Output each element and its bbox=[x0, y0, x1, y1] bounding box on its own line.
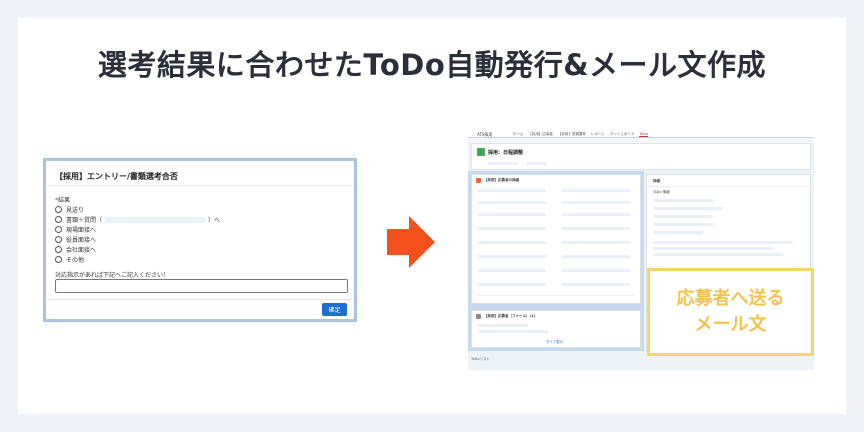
crm-topbar: ATS採用 ホーム 【採用】応募者 【採用】書類選考 レポート ダッシュボード … bbox=[468, 131, 814, 138]
radio-icon[interactable] bbox=[55, 246, 62, 253]
divider bbox=[647, 186, 812, 187]
blurred-field bbox=[653, 207, 723, 210]
blurred-field bbox=[562, 201, 630, 204]
divider bbox=[46, 299, 354, 300]
option-radio[interactable]: 見送り bbox=[55, 205, 84, 214]
blurred-field bbox=[562, 227, 630, 230]
option-label: 書類＋質問（ bbox=[66, 217, 103, 224]
record-title: 採用：日程調整 bbox=[488, 150, 524, 156]
blurred-field bbox=[478, 255, 546, 258]
option-radio[interactable]: 会社面接へ bbox=[55, 245, 96, 254]
blurred-field bbox=[562, 213, 630, 216]
divider bbox=[478, 295, 634, 296]
card-title: 【採用】応募者（ファイル）(1) bbox=[484, 314, 536, 318]
blurred-field bbox=[653, 247, 773, 250]
option-radio[interactable]: その他 bbox=[55, 255, 84, 264]
crm-tab[interactable]: 【採用】応募者 bbox=[528, 132, 553, 137]
crm-tab-active[interactable]: ToDo bbox=[639, 132, 648, 137]
crm-tab[interactable]: 【採用】書類選考 bbox=[558, 132, 586, 137]
blurred-field bbox=[562, 241, 630, 244]
highlight-line-1: 応募者へ送る bbox=[676, 287, 785, 309]
option-label: その他 bbox=[66, 257, 85, 264]
blurred-field bbox=[653, 231, 703, 234]
option-label: 見送り bbox=[66, 207, 85, 214]
task-icon bbox=[477, 148, 485, 156]
option-radio[interactable]: 現場面接へ bbox=[55, 225, 96, 234]
blurred-field bbox=[653, 199, 713, 202]
card-title: 詳細 bbox=[653, 179, 660, 183]
blurred-field bbox=[562, 269, 630, 272]
blurred-field bbox=[478, 269, 546, 272]
file-icon bbox=[476, 314, 481, 319]
blurred-field bbox=[478, 241, 546, 244]
blurred-field bbox=[488, 162, 518, 165]
crm-tab[interactable]: ダッシュボード bbox=[610, 132, 635, 137]
section-title: ToDo 情報 bbox=[653, 190, 670, 194]
option-radio[interactable]: 役員面接へ bbox=[55, 235, 96, 244]
radio-icon[interactable] bbox=[55, 256, 62, 263]
option-suffix: ）へ bbox=[208, 217, 221, 224]
blurred-field bbox=[653, 223, 713, 226]
card-title: 【採用】応募者の詳細 bbox=[484, 178, 519, 182]
todo-list-footer: ToDoリスト bbox=[471, 357, 491, 361]
applicant-files-card: 【採用】応募者（ファイル）(1) すべて表示 bbox=[471, 310, 641, 348]
blurred-field bbox=[527, 162, 547, 165]
divider bbox=[46, 185, 354, 186]
blurred-field bbox=[478, 201, 546, 204]
radio-icon[interactable] bbox=[55, 216, 62, 223]
question-text: 結果 bbox=[58, 197, 71, 204]
record-header: 採用：日程調整 bbox=[471, 143, 811, 170]
crm-tab[interactable]: ホーム bbox=[513, 132, 523, 137]
option-label: 役員面接へ bbox=[66, 237, 97, 244]
email-text-highlight: 応募者へ送る メール文 bbox=[647, 268, 814, 356]
view-all-link[interactable]: すべて表示 bbox=[546, 340, 563, 345]
result-form: 【採用】エントリー/書類選考合否 *結果 見送り 書類＋質問（ ）へ 現場面接へ… bbox=[43, 158, 357, 322]
crm-tab[interactable]: レポート bbox=[591, 132, 605, 137]
option-label: 会社面接へ bbox=[66, 247, 97, 254]
option-inline-input[interactable] bbox=[105, 216, 206, 223]
blurred-field bbox=[653, 253, 783, 256]
blurred-field bbox=[478, 189, 546, 192]
blurred-field bbox=[562, 189, 630, 192]
applicant-detail-card: 【採用】応募者の詳細 bbox=[471, 174, 641, 304]
confirm-button[interactable]: 確定 bbox=[322, 303, 347, 316]
question-label: *結果 bbox=[55, 195, 70, 204]
blurred-field bbox=[562, 255, 630, 258]
radio-icon[interactable] bbox=[55, 236, 62, 243]
blurred-field bbox=[478, 330, 548, 333]
radio-icon[interactable] bbox=[55, 206, 62, 213]
blurred-field bbox=[478, 324, 528, 327]
applicant-icon bbox=[476, 178, 481, 183]
option-label: 現場面接へ bbox=[66, 227, 97, 234]
blurred-field bbox=[653, 215, 713, 218]
form-title: 【採用】エントリー/書類選考合否 bbox=[55, 172, 178, 181]
card-header: 【採用】応募者（ファイル）(1) bbox=[476, 314, 535, 319]
blurred-field bbox=[653, 241, 793, 244]
instruction-textarea[interactable] bbox=[55, 279, 348, 293]
card-header: 【採用】応募者の詳細 bbox=[476, 178, 519, 183]
page-title: 選考結果に合わせたToDo自動発行&メール文作成 bbox=[97, 48, 767, 82]
instruction-hint: 対応指示があれば下記へご記入ください！ bbox=[55, 272, 170, 279]
right-arrow-icon bbox=[387, 216, 435, 268]
blurred-field bbox=[478, 283, 546, 286]
option-radio[interactable]: 書類＋質問（ ）へ bbox=[55, 215, 220, 224]
blurred-field bbox=[478, 227, 546, 230]
blurred-field bbox=[478, 213, 546, 216]
highlight-line-2: メール文 bbox=[694, 314, 767, 335]
radio-icon[interactable] bbox=[55, 226, 62, 233]
blurred-field bbox=[562, 283, 630, 286]
crm-tab-bar: ホーム 【採用】応募者 【採用】書類選考 レポート ダッシュボード ToDo bbox=[513, 132, 648, 137]
